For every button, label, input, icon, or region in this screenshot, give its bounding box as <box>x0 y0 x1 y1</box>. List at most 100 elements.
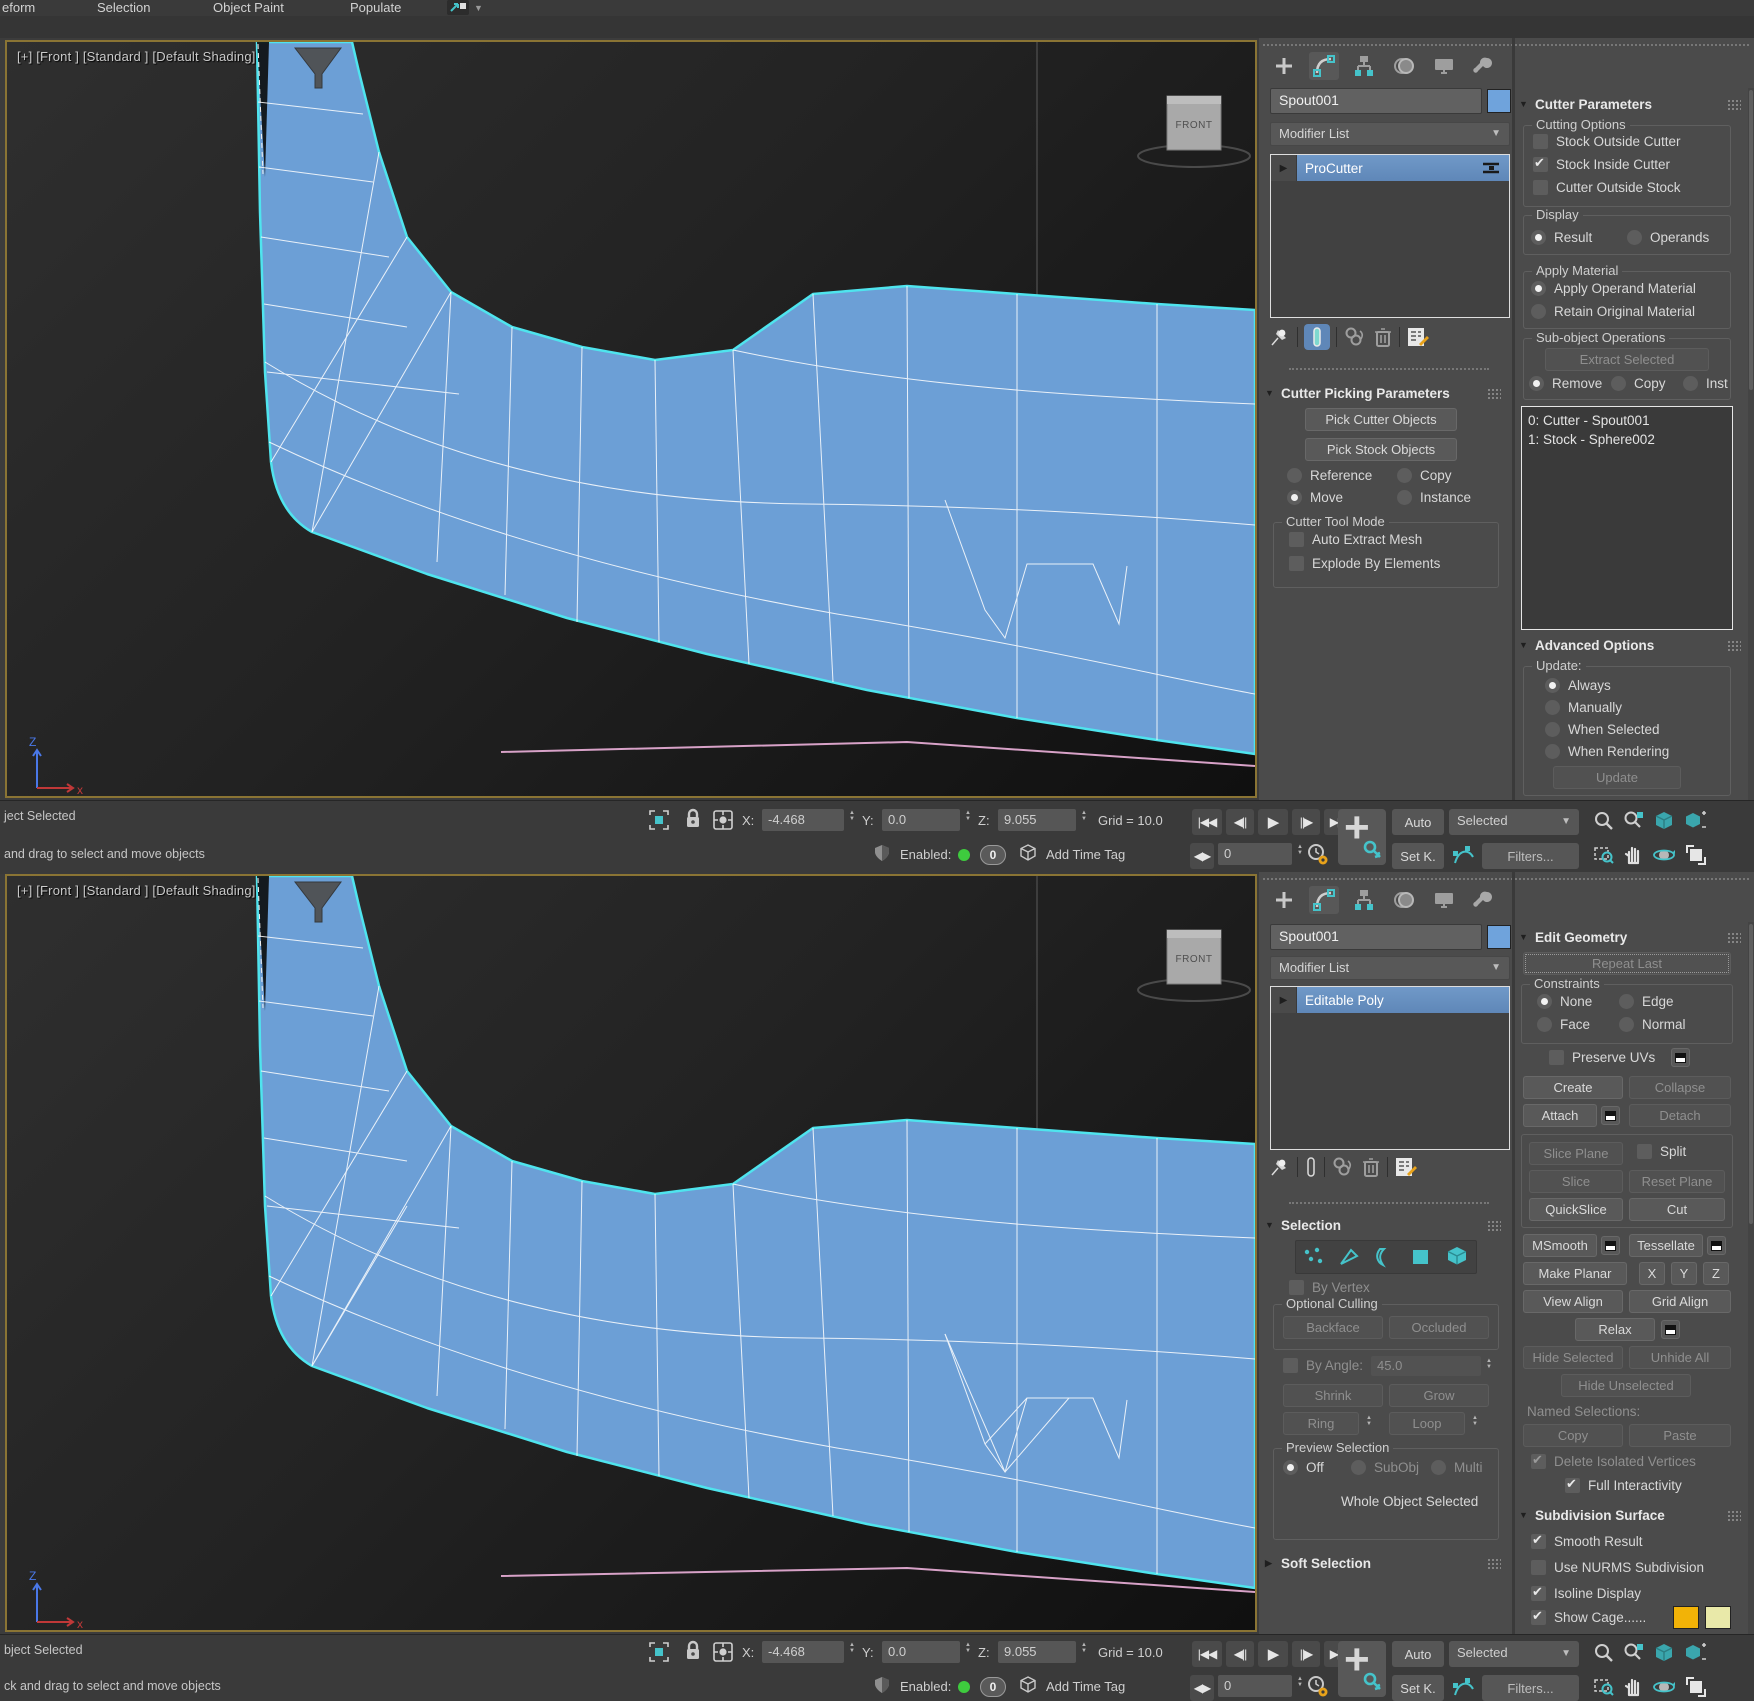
viewport-top[interactable]: FRONT Z x [+] [Front ] [Standard ] [Defa… <box>5 40 1257 798</box>
tab-modify[interactable] <box>1309 52 1339 80</box>
add-time-tag[interactable]: Add Time Tag <box>1046 847 1125 862</box>
ribbon-tab-object-paint[interactable]: Object Paint <box>213 0 284 16</box>
checkbox-stock-inside-cutter[interactable]: Stock Inside Cutter <box>1533 155 1670 172</box>
rollout-divider[interactable] <box>1289 1202 1489 1204</box>
attach-settings-button[interactable] <box>1601 1106 1620 1125</box>
tab-create[interactable] <box>1269 52 1299 80</box>
remove-modifier-icon[interactable] <box>1373 326 1393 348</box>
operand-list[interactable]: 0: Cutter - Spout001 1: Stock - Sphere00… <box>1521 406 1733 630</box>
enabled-count-badge[interactable]: 0 <box>980 845 1006 865</box>
checkbox-by-angle[interactable]: By Angle: <box>1283 1358 1363 1373</box>
ring-button[interactable]: Ring <box>1283 1412 1359 1435</box>
subobj-border-icon[interactable] <box>1373 1246 1397 1268</box>
rollout-cutter-parameters[interactable]: ▼ Cutter Parameters <box>1519 93 1747 115</box>
next-frame-button[interactable]: ||▶ <box>1292 809 1320 835</box>
radio-inst[interactable]: Inst <box>1683 376 1728 391</box>
radio-copy[interactable]: Copy <box>1397 468 1452 483</box>
planar-z-button[interactable]: Z <box>1703 1262 1729 1285</box>
radio-when-selected[interactable]: When Selected <box>1545 722 1660 737</box>
tab-modify[interactable] <box>1309 886 1339 914</box>
current-frame-field[interactable]: 0 <box>1218 843 1292 865</box>
backface-button[interactable]: Backface <box>1283 1316 1383 1339</box>
set-keys-button[interactable]: + <box>1338 1635 1386 1697</box>
rollout-advanced-options[interactable]: ▼ Advanced Options <box>1519 634 1747 656</box>
radio-constraint-face[interactable]: Face <box>1537 1017 1590 1032</box>
checkbox-use-nurms[interactable]: Use NURMS Subdivision <box>1531 1560 1704 1575</box>
play-button[interactable]: ▶ <box>1258 1641 1288 1667</box>
grow-button[interactable]: Grow <box>1389 1384 1489 1407</box>
checkbox-explode-by-elements[interactable]: Explode By Elements <box>1289 556 1440 571</box>
panel-grip[interactable] <box>1263 44 1749 46</box>
planar-x-button[interactable]: X <box>1639 1262 1665 1285</box>
z-spinner[interactable]: ▲ ▼ <box>1078 1642 1090 1654</box>
pan-icon[interactable] <box>1622 1675 1646 1699</box>
set-key-button[interactable]: Set K. <box>1392 843 1444 869</box>
tab-motion[interactable] <box>1389 52 1419 80</box>
tab-display[interactable] <box>1429 52 1459 80</box>
attach-button[interactable]: Attach <box>1523 1104 1597 1127</box>
y-coord-field[interactable]: 0.0 <box>882 1641 960 1663</box>
make-unique-icon[interactable] <box>1343 326 1367 348</box>
planar-y-button[interactable]: Y <box>1671 1262 1697 1285</box>
pin-stack-icon[interactable] <box>1269 326 1291 348</box>
detach-button[interactable]: Detach <box>1629 1104 1731 1127</box>
slice-plane-button[interactable]: Slice Plane <box>1529 1142 1623 1165</box>
orbit-icon[interactable] <box>1652 843 1678 867</box>
subobj-element-icon[interactable] <box>1444 1245 1470 1269</box>
go-to-start-button[interactable]: |◀◀ <box>1192 1641 1222 1667</box>
by-angle-spinner[interactable]: ▲ ▼ <box>1483 1358 1495 1370</box>
radio-always[interactable]: Always <box>1545 678 1611 693</box>
checkbox-delete-isolated-vertices[interactable]: Delete Isolated Vertices <box>1531 1452 1696 1469</box>
create-button[interactable]: Create <box>1523 1076 1623 1099</box>
frame-spinner[interactable]: ▲ ▼ <box>1294 1676 1306 1688</box>
enabled-count-badge[interactable]: 0 <box>980 1677 1006 1697</box>
radio-remove[interactable]: Remove <box>1529 376 1602 391</box>
cage-color-swatch-2[interactable] <box>1705 1606 1731 1629</box>
orbit-icon[interactable] <box>1652 1675 1678 1699</box>
loop-spinner[interactable]: ▲ ▼ <box>1469 1415 1481 1427</box>
stack-item-procutter[interactable]: ▶ ProCutter <box>1271 155 1509 181</box>
set-key-button[interactable]: Set K. <box>1392 1675 1444 1701</box>
time-config-icon[interactable] <box>1306 843 1330 867</box>
unhide-all-button[interactable]: Unhide All <box>1629 1346 1731 1369</box>
go-to-start-button[interactable]: |◀◀ <box>1192 809 1222 835</box>
region-zoom-icon[interactable] <box>1592 843 1616 867</box>
pick-stock-objects-button[interactable]: Pick Stock Objects <box>1305 438 1457 461</box>
configure-modifier-sets-icon[interactable] <box>1406 326 1430 348</box>
cut-button[interactable]: Cut <box>1629 1198 1725 1221</box>
by-angle-field[interactable]: 45.0 <box>1371 1356 1481 1376</box>
checkbox-isoline-display[interactable]: Isoline Display <box>1531 1584 1641 1601</box>
operand-list-item[interactable]: 0: Cutter - Spout001 <box>1528 411 1726 430</box>
tessellate-settings-button[interactable] <box>1707 1236 1726 1255</box>
rollout-edit-geometry[interactable]: ▼ Edit Geometry <box>1519 926 1747 948</box>
x-coord-field[interactable]: -4.468 <box>762 1641 844 1663</box>
key-mode-toggle[interactable]: ◀▶ <box>1190 1675 1214 1701</box>
radio-move[interactable]: Move <box>1287 490 1343 505</box>
zoom-extents-all-icon[interactable] <box>1682 1641 1708 1665</box>
shield-icon[interactable] <box>872 1675 892 1697</box>
prev-frame-button[interactable]: ◀|| <box>1226 1641 1254 1667</box>
quickslice-button[interactable]: QuickSlice <box>1529 1198 1623 1221</box>
y-spinner[interactable]: ▲ ▼ <box>962 810 974 822</box>
zoom-extents-icon[interactable] <box>1652 809 1676 833</box>
x-coord-field[interactable]: -4.468 <box>762 809 844 831</box>
lock-selection-icon[interactable] <box>684 807 702 831</box>
checkbox-smooth-result[interactable]: Smooth Result <box>1531 1532 1643 1549</box>
next-frame-button[interactable]: ||▶ <box>1292 1641 1320 1667</box>
radio-reference[interactable]: Reference <box>1287 468 1372 483</box>
time-tag-icon[interactable] <box>1018 1675 1038 1695</box>
msmooth-button[interactable]: MSmooth <box>1523 1234 1597 1257</box>
rollout-selection[interactable]: ▼ Selection <box>1265 1214 1507 1236</box>
set-keys-button[interactable]: + <box>1338 803 1386 865</box>
checkbox-cutter-outside-stock[interactable]: Cutter Outside Stock <box>1533 180 1681 195</box>
maximize-viewport-icon[interactable] <box>1684 1675 1708 1699</box>
viewcube[interactable]: FRONT <box>1137 95 1251 168</box>
copy-button[interactable]: Copy <box>1523 1424 1623 1447</box>
radio-preview-off[interactable]: Off <box>1283 1460 1324 1475</box>
x-spinner[interactable]: ▲ ▼ <box>846 1642 858 1654</box>
rollout-cutter-picking[interactable]: ▼ Cutter Picking Parameters <box>1265 382 1507 404</box>
radio-operands[interactable]: Operands <box>1627 230 1709 245</box>
show-end-result-icon[interactable] <box>1304 1156 1318 1178</box>
frame-spinner[interactable]: ▲ ▼ <box>1294 844 1306 856</box>
key-filters-button[interactable]: Filters... <box>1482 1675 1579 1701</box>
